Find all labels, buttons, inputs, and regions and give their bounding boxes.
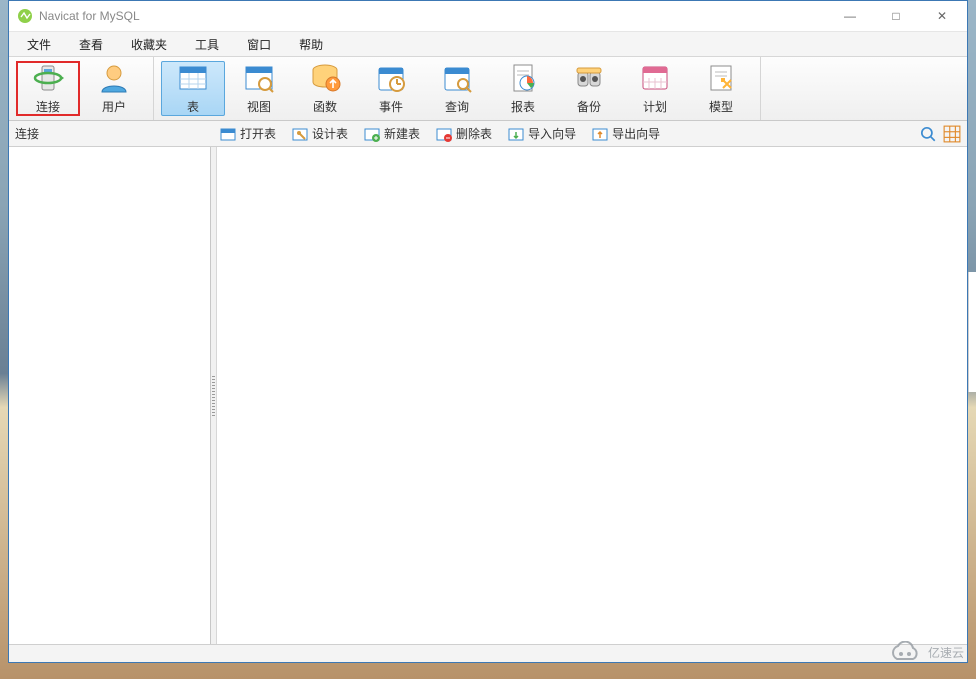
minimize-button[interactable]: — xyxy=(827,2,873,30)
subbar-label: 删除表 xyxy=(456,125,492,142)
query-icon xyxy=(441,62,473,94)
subbar-label: 设计表 xyxy=(312,125,348,142)
mini-export-icon xyxy=(592,126,608,142)
subbar-new-table-button[interactable]: 新建表 xyxy=(357,122,427,145)
function-icon xyxy=(309,62,341,94)
menu-3[interactable]: 工具 xyxy=(181,32,233,56)
menu-4[interactable]: 窗口 xyxy=(233,32,285,56)
subbar-open-table-button[interactable]: 打开表 xyxy=(213,122,283,145)
backup-icon xyxy=(573,62,605,94)
subbar-import-wiz-button[interactable]: 导入向导 xyxy=(501,122,583,145)
subbar-label: 连接 xyxy=(15,125,211,142)
toolbar-label: 报表 xyxy=(511,98,535,115)
toolbar-label: 视图 xyxy=(247,98,271,115)
mini-delete-icon xyxy=(436,126,452,142)
workspace xyxy=(9,147,967,644)
cloud-icon xyxy=(888,641,922,663)
view-icon xyxy=(243,62,275,94)
splitter[interactable] xyxy=(211,147,217,644)
menu-0[interactable]: 文件 xyxy=(13,32,65,56)
app-icon xyxy=(17,8,33,24)
subbar-delete-table-button[interactable]: 删除表 xyxy=(429,122,499,145)
subbar-label: 导入向导 xyxy=(528,125,576,142)
toolbar-view-button[interactable]: 视图 xyxy=(227,61,291,116)
toolbar-report-button[interactable]: 报表 xyxy=(491,61,555,116)
toolbar-connect-button[interactable]: 连接 xyxy=(16,61,80,116)
report-icon xyxy=(507,62,539,94)
main-toolbar: 连接 用户 表 视图 函数 事件 查询 报表 备份 计划 模型 xyxy=(9,57,967,121)
plan-icon xyxy=(639,62,671,94)
mini-new-icon xyxy=(364,126,380,142)
model-icon xyxy=(705,62,737,94)
event-icon xyxy=(375,62,407,94)
menu-1[interactable]: 查看 xyxy=(65,32,117,56)
toolbar-backup-button[interactable]: 备份 xyxy=(557,61,621,116)
user-icon xyxy=(98,62,130,94)
search-icon[interactable] xyxy=(919,125,937,143)
subbar-label: 新建表 xyxy=(384,125,420,142)
connection-tree[interactable] xyxy=(9,147,211,644)
toolbar-func-button[interactable]: 函数 xyxy=(293,61,357,116)
toolbar-label: 事件 xyxy=(379,98,403,115)
toolbar-label: 计划 xyxy=(643,98,667,115)
maximize-button[interactable]: □ xyxy=(873,2,919,30)
toolbar-label: 用户 xyxy=(102,98,126,115)
sub-toolbar: 连接 打开表 设计表 新建表 删除表 导入向导 导出向导 xyxy=(9,121,967,147)
mini-import-icon xyxy=(508,126,524,142)
subbar-label: 打开表 xyxy=(240,125,276,142)
subbar-label: 导出向导 xyxy=(612,125,660,142)
menu-2[interactable]: 收藏夹 xyxy=(117,32,181,56)
toolbar-label: 查询 xyxy=(445,98,469,115)
toolbar-label: 模型 xyxy=(709,98,733,115)
titlebar: Navicat for MySQL — □ ✕ xyxy=(9,1,967,31)
toolbar-label: 连接 xyxy=(36,98,60,115)
watermark-text: 亿速云 xyxy=(928,644,964,661)
statusbar xyxy=(9,644,967,662)
mini-design-icon xyxy=(292,126,308,142)
watermark: 亿速云 xyxy=(888,641,964,663)
subbar-design-table-button[interactable]: 设计表 xyxy=(285,122,355,145)
object-list[interactable] xyxy=(217,147,967,644)
toolbar-event-button[interactable]: 事件 xyxy=(359,61,423,116)
toolbar-label: 表 xyxy=(187,98,199,115)
menubar: 文件查看收藏夹工具窗口帮助 xyxy=(9,31,967,57)
app-title: Navicat for MySQL xyxy=(39,9,827,23)
close-button[interactable]: ✕ xyxy=(919,2,965,30)
connect-icon xyxy=(32,62,64,94)
app-window: Navicat for MySQL — □ ✕ 文件查看收藏夹工具窗口帮助 连接… xyxy=(8,0,968,663)
subbar-export-wiz-button[interactable]: 导出向导 xyxy=(585,122,667,145)
grid-view-icon[interactable] xyxy=(943,125,961,143)
toolbar-query-button[interactable]: 查询 xyxy=(425,61,489,116)
toolbar-label: 备份 xyxy=(577,98,601,115)
mini-open-icon xyxy=(220,126,236,142)
toolbar-label: 函数 xyxy=(313,98,337,115)
toolbar-table-button[interactable]: 表 xyxy=(161,61,225,116)
toolbar-user-button[interactable]: 用户 xyxy=(82,61,146,116)
desktop-peek xyxy=(968,272,976,392)
toolbar-model-button[interactable]: 模型 xyxy=(689,61,753,116)
table-icon xyxy=(177,62,209,94)
menu-5[interactable]: 帮助 xyxy=(285,32,337,56)
toolbar-plan-button[interactable]: 计划 xyxy=(623,61,687,116)
